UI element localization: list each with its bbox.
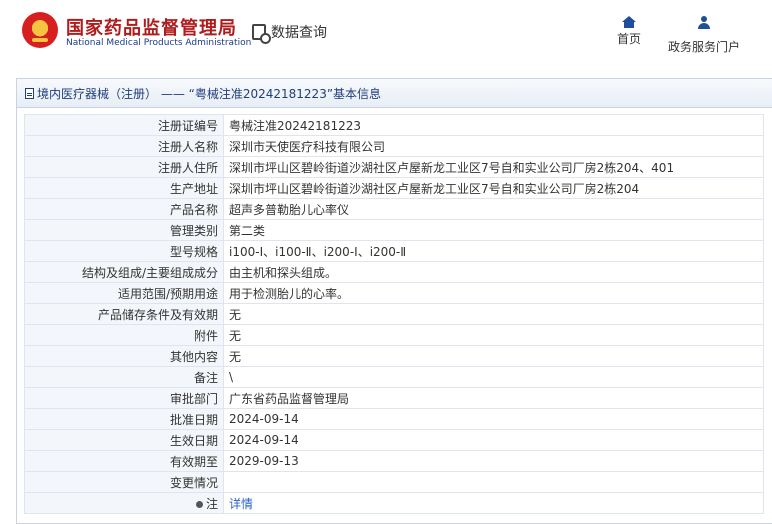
table-row: 产品储存条件及有效期无 [24, 303, 764, 325]
row-value: \ [223, 366, 764, 388]
row-label: 审批部门 [24, 387, 224, 409]
data-query-icon [252, 24, 271, 44]
row-label: 适用范围/预期用途 [24, 282, 224, 304]
table-row: 生效日期 2024-09-14 [24, 429, 764, 451]
nav-service-portal[interactable]: 政务服务门户 [666, 16, 742, 55]
row-label: 生产地址 [24, 177, 224, 199]
site-header: 国家药品监督管理局 National Medical Products Admi… [0, 0, 772, 68]
nav-home-label: 首页 [616, 32, 641, 46]
details-link[interactable]: 详情 [229, 497, 253, 511]
row-value: i100-Ⅰ、i100-Ⅱ、i200-Ⅰ、i200-Ⅱ [223, 240, 764, 262]
row-value: 粤械注准20242181223 [223, 114, 764, 136]
row-value [223, 471, 764, 493]
row-label: 其他内容 [24, 345, 224, 367]
row-value: 2029-09-13 [223, 450, 764, 472]
row-value: 无 [223, 324, 764, 346]
row-value: 深圳市坪山区碧岭街道沙湖社区卢屋新龙工业区7号自和实业公司厂房2栋204 [223, 177, 764, 199]
table-row: 管理类别 第二类 [24, 219, 764, 241]
row-label: 注册人名称 [24, 135, 224, 157]
note-label: 注 [205, 496, 218, 511]
row-value: 2024-09-14 [223, 408, 764, 430]
document-icon [25, 87, 34, 99]
brand-name-cn: 国家药品监督管理局 [66, 18, 237, 39]
table-row-note: 注详情 [24, 492, 764, 514]
table-row: 产品名称 超声多普勒胎儿心率仪 [24, 198, 764, 220]
table-row: 注册证编号 粤械注准20242181223 [24, 114, 764, 136]
row-label: 注册人住所 [24, 156, 224, 178]
row-value: 广东省药品监督管理局 [223, 387, 764, 409]
note-value-cell: 详情 [223, 492, 764, 514]
row-value: 用于检测胎儿的心率。 [223, 282, 764, 304]
row-label: 型号规格 [24, 240, 224, 262]
row-label: 结构及组成/主要组成成分 [24, 261, 224, 283]
table-row: 其他内容无 [24, 345, 764, 367]
row-label: 附件 [24, 324, 224, 346]
table-row: 注册人名称 深圳市天使医疗科技有限公司 [24, 135, 764, 157]
panel-title: 境内医疗器械（注册） —— “粤械注准20242181223”基本信息 [37, 86, 382, 101]
row-value: 深圳市天使医疗科技有限公司 [223, 135, 764, 157]
table-row: 审批部门 广东省药品监督管理局 [24, 387, 764, 409]
row-label: 备注 [24, 366, 224, 388]
table-row: 附件无 [24, 324, 764, 346]
row-value: 无 [223, 345, 764, 367]
data-query-link[interactable]: 数据查询 [252, 20, 327, 44]
row-label: 注册证编号 [24, 114, 224, 136]
home-icon [622, 16, 636, 28]
row-label: 产品名称 [24, 198, 224, 220]
table-row: 结构及组成/主要组成成分 由主机和探头组成。 [24, 261, 764, 283]
table-row: 有效期至 2029-09-13 [24, 450, 764, 472]
row-label: 生效日期 [24, 429, 224, 451]
row-label: 产品储存条件及有效期 [24, 303, 224, 325]
row-label: 变更情况 [24, 471, 224, 493]
data-query-label: 数据查询 [271, 25, 327, 41]
table-row: 备注 \ [24, 366, 764, 388]
table-row: 注册人住所 深圳市坪山区碧岭街道沙湖社区卢屋新龙工业区7号自和实业公司厂房2栋20… [24, 156, 764, 178]
nav-service-portal-label: 政务服务门户 [667, 40, 740, 54]
detail-table: 注册证编号 粤械注准20242181223 注册人名称 深圳市天使医疗科技有限公司 注册… [24, 114, 764, 514]
row-label: 有效期至 [24, 450, 224, 472]
row-value: 无 [223, 303, 764, 325]
table-row: 生产地址 深圳市坪山区碧岭街道沙湖社区卢屋新龙工业区7号自和实业公司厂房2栋204 [24, 177, 764, 199]
table-row: 型号规格 i100-Ⅰ、i100-Ⅱ、i200-Ⅰ、i200-Ⅱ [24, 240, 764, 262]
pin-icon [195, 500, 203, 508]
row-value: 超声多普勒胎儿心率仪 [223, 198, 764, 220]
nav-home[interactable]: 首页 [614, 16, 644, 47]
emblem-logo [22, 12, 58, 48]
panel-header: 境内医疗器械（注册） —— “粤械注准20242181223”基本信息 [17, 79, 772, 108]
row-value: 由主机和探头组成。 [223, 261, 764, 283]
table-row: 适用范围/预期用途 用于检测胎儿的心率。 [24, 282, 764, 304]
table-row: 变更情况 [24, 471, 764, 493]
row-label: 管理类别 [24, 219, 224, 241]
row-label: 批准日期 [24, 408, 224, 430]
row-value: 深圳市坪山区碧岭街道沙湖社区卢屋新龙工业区7号自和实业公司厂房2栋204、401 [223, 156, 764, 178]
table-row: 批准日期 2024-09-14 [24, 408, 764, 430]
row-value: 第二类 [223, 219, 764, 241]
user-icon [697, 16, 711, 30]
note-label-cell: 注 [24, 492, 224, 514]
row-value: 2024-09-14 [223, 429, 764, 451]
brand-name-en: National Medical Products Administration [66, 38, 252, 48]
